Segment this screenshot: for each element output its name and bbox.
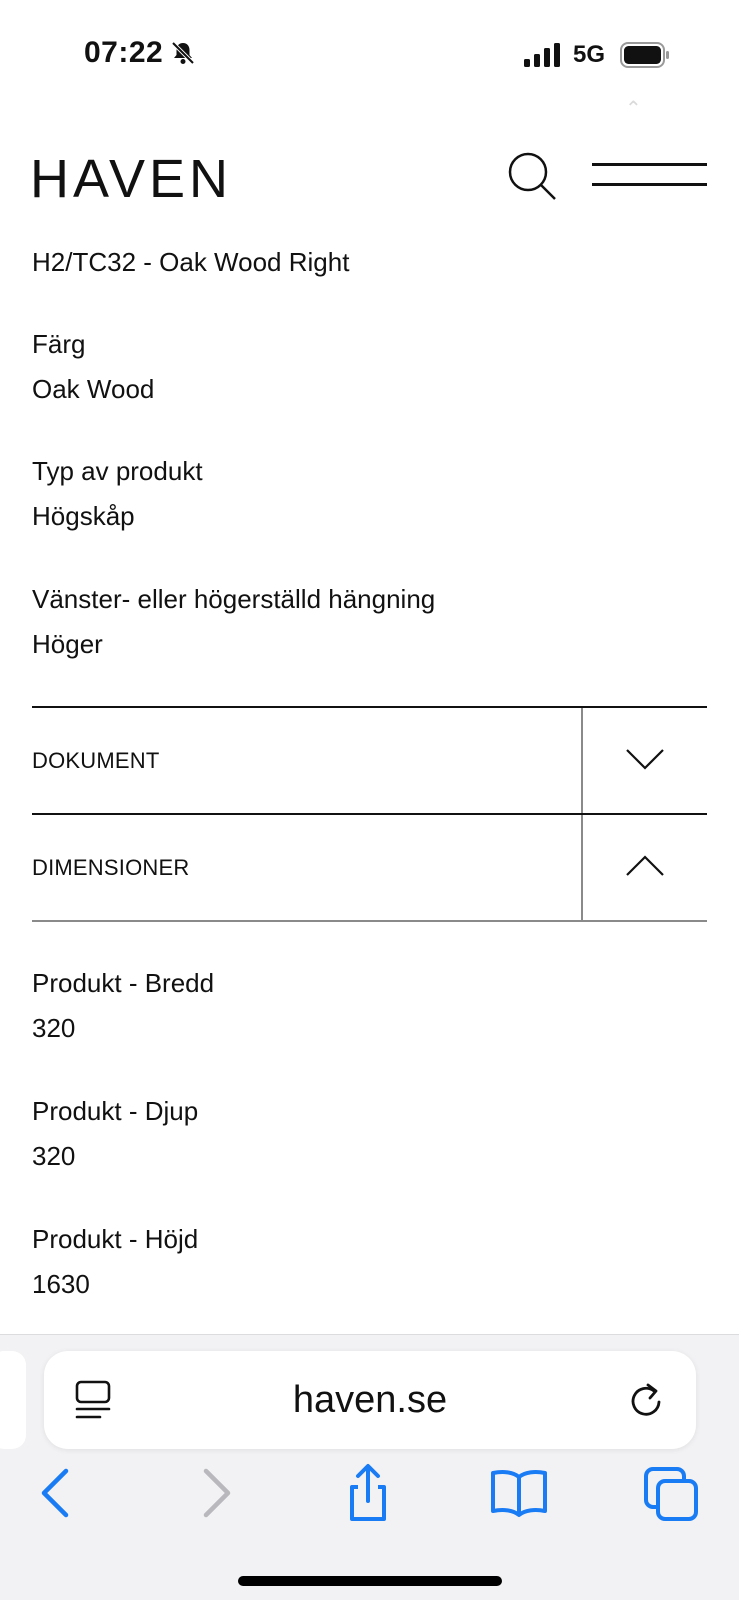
status-time: 07:22 xyxy=(84,36,164,69)
dimension-value-height: 1630 xyxy=(32,1269,90,1299)
dimension-value-depth: 320 xyxy=(32,1141,76,1171)
previous-tab-preview[interactable] xyxy=(0,1351,26,1449)
network-type: 5G xyxy=(573,41,606,68)
field-label-color: Färg xyxy=(32,329,86,359)
ghost-chevron-icon: ⌃ xyxy=(625,98,642,120)
accordion-dimensions-toggle[interactable] xyxy=(583,815,707,920)
address-bar[interactable]: haven.se xyxy=(44,1351,696,1449)
home-indicator xyxy=(238,1576,502,1586)
divider xyxy=(32,920,707,922)
accordion-dimensions-label: DIMENSIONER xyxy=(32,855,190,880)
field-label-hinge-side: Vänster- eller högerställd hängning xyxy=(32,584,436,614)
bell-muted-icon xyxy=(171,41,195,65)
product-name-value: H2/TC32 - Oak Wood Right xyxy=(32,247,350,277)
reload-icon[interactable] xyxy=(626,1379,668,1421)
browser-toolbar: haven.se xyxy=(0,1334,739,1600)
vertical-divider xyxy=(581,815,583,921)
dimension-label-width: Produkt - Bredd xyxy=(32,968,215,998)
tabs-icon[interactable] xyxy=(642,1463,702,1523)
share-icon[interactable] xyxy=(338,1463,398,1523)
url-text: haven.se xyxy=(292,1379,448,1421)
haven-logo[interactable]: HAVEN xyxy=(30,148,232,210)
chevron-down-icon xyxy=(626,749,664,770)
field-value-color: Oak Wood xyxy=(32,374,155,404)
forward-icon[interactable] xyxy=(184,1463,244,1523)
search-icon[interactable] xyxy=(506,150,558,202)
vertical-divider xyxy=(581,708,583,814)
back-icon[interactable] xyxy=(28,1463,88,1523)
chevron-up-icon xyxy=(626,855,664,876)
dimension-label-depth: Produkt - Djup xyxy=(32,1096,199,1126)
dimension-value-width: 320 xyxy=(32,1013,76,1043)
accordion-documents-label: DOKUMENT xyxy=(32,748,160,773)
battery-icon xyxy=(620,42,669,68)
accordion-documents[interactable]: DOKUMENT xyxy=(32,708,707,813)
field-value-product-type: Högskåp xyxy=(32,501,135,531)
menu-icon[interactable] xyxy=(592,160,707,190)
field-label-product-type: Typ av produkt xyxy=(32,456,203,486)
site-header: HAVEN xyxy=(0,130,739,220)
accordion-documents-toggle[interactable] xyxy=(583,708,707,813)
status-bar: 07:22 5G xyxy=(0,0,739,100)
signal-icon xyxy=(524,43,560,67)
dimension-label-height: Produkt - Höjd xyxy=(32,1224,199,1254)
accordion-dimensions[interactable]: DIMENSIONER xyxy=(32,815,707,920)
field-value-hinge-side: Höger xyxy=(32,629,103,659)
bookmarks-icon[interactable] xyxy=(489,1463,549,1523)
